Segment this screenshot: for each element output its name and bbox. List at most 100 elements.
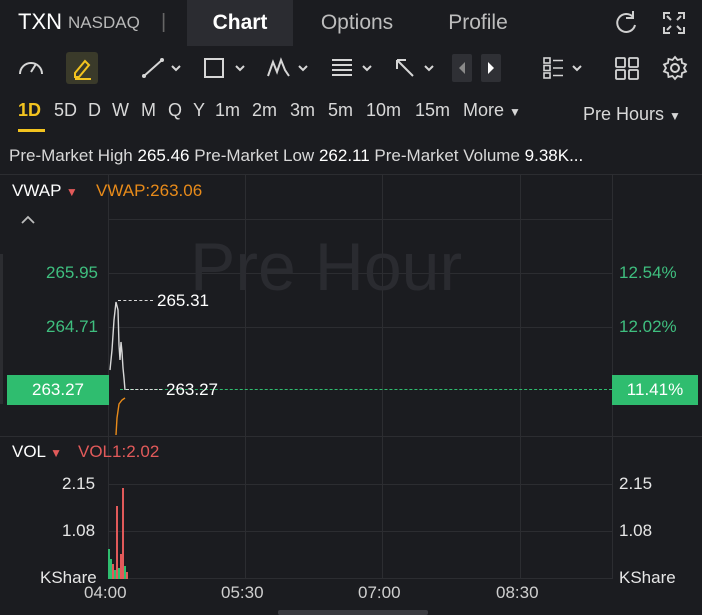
panel-divider [0,174,702,175]
volume-bar [112,564,114,579]
fullscreen-icon[interactable] [659,8,689,38]
volume-axis-label: 1.08 [619,521,653,540]
chevron-down-icon: ▼ [50,446,63,460]
next-icon [488,62,494,74]
collapse-icon[interactable] [20,214,36,226]
period-3m[interactable]: 3m [290,100,315,121]
pct-axis-label: 12.02% [619,317,677,336]
volume-bar [114,570,116,579]
high-annotation: 265.31 [157,291,209,310]
session-selector[interactable]: Pre Hours ▼ [583,104,681,125]
period-m[interactable]: M [141,100,156,121]
volume-bars [108,488,128,579]
volume-axis-label: 1.08 [62,521,96,540]
grid-line [108,219,612,220]
period-y[interactable]: Y [193,100,205,121]
scroll-handle[interactable] [0,254,3,404]
horizontal-scrollbar[interactable] [278,610,428,615]
grid-line [108,327,612,328]
next-button[interactable] [481,54,501,82]
chevron-down-icon: ▼ [65,185,78,199]
volume-bar [116,506,118,579]
premarket-volume-value: 9.38K... [524,146,584,165]
layout-grid-icon[interactable] [541,54,587,82]
period-5m[interactable]: 5m [328,100,353,121]
chevron-down-icon: ▼ [509,105,521,119]
volume-bar [122,488,124,579]
period-15m[interactable]: 15m [415,100,450,121]
volume-axis-label: 2.15 [619,474,653,493]
volume-axis-label: 2.15 [62,474,96,493]
vwap-value: VWAP:263.06 [96,181,203,200]
volume-indicator-name: VOL [12,442,46,461]
volume-bar [124,566,126,579]
volume-bar [126,572,128,579]
draw-pencil-button[interactable] [66,52,98,84]
indicator-selector[interactable]: VWAP ▼ [12,181,78,201]
gauge-icon[interactable] [16,54,46,82]
period-q[interactable]: Q [168,100,182,121]
text-note-icon[interactable] [329,54,375,82]
arrow-icon[interactable] [393,54,439,82]
header-separator: | [161,11,167,33]
exchange-label: NASDAQ [68,13,140,32]
pct-axis-label: 12.54% [619,263,677,282]
volume-value: VOL1:2.02 [78,442,160,461]
period-active-indicator [18,129,45,132]
last-annotation-line [126,389,162,390]
period-more-label: More [463,100,505,120]
chevron-down-icon: ▼ [669,109,681,123]
session-label: Pre Hours [583,104,665,124]
tab-chart[interactable]: Chart [187,0,293,46]
premarket-high-value: 265.46 [137,146,190,165]
last-annotation: 263.27 [166,380,218,399]
grid-line [108,578,612,579]
premarket-high-label: Pre-Market High [9,146,133,165]
volume-indicator-selector[interactable]: VOL ▼ [12,442,62,462]
period-10m[interactable]: 10m [366,100,401,121]
rectangle-icon[interactable] [202,54,248,82]
time-axis-label: 04:00 [84,583,127,602]
grid-line [520,174,521,579]
premarket-volume-label: Pre-Market Volume [374,146,520,165]
period-2m[interactable]: 2m [252,100,277,121]
premarket-low-label: Pre-Market Low [194,146,315,165]
premarket-low-value: 262.11 [318,146,370,165]
period-more[interactable]: More ▼ [463,100,521,121]
volume-bar [120,554,122,579]
prev-button[interactable] [452,54,472,82]
price-axis-label: 265.95 [46,263,98,282]
price-axis-label: 264.71 [46,317,98,336]
draw-pencil-icon [74,59,91,80]
prev-icon [459,62,465,74]
time-axis-label: 08:30 [496,583,539,602]
volume-bar [118,568,120,579]
volume-bar [110,559,112,579]
volume-axis-unit: KShare [619,568,676,587]
settings-icon[interactable] [661,54,689,82]
current-pct-tag: 11.41% [612,375,698,405]
trendline-icon[interactable] [140,54,184,82]
tab-options[interactable]: Options [304,0,410,46]
tab-profile[interactable]: Profile [428,0,528,46]
high-annotation-line [118,300,153,301]
refresh-icon[interactable] [611,8,641,38]
multi-chart-icon[interactable] [613,54,641,82]
time-axis-label: 05:30 [221,583,264,602]
ticker-symbol: TXN [18,9,62,34]
period-1m[interactable]: 1m [215,100,240,121]
time-axis-label: 07:00 [358,583,401,602]
period-w[interactable]: W [112,100,129,121]
grid-line [108,484,612,485]
period-1d[interactable]: 1D [18,100,41,121]
period-d[interactable]: D [88,100,101,121]
watermark: Pre Hour [190,229,463,305]
premarket-stats: Pre-Market High 265.46 Pre-Market Low 26… [9,146,583,166]
price-line [109,301,126,436]
panel-divider [0,436,702,437]
pattern-icon[interactable] [265,54,311,82]
current-price-tag: 263.27 [7,375,109,405]
indicator-name: VWAP [12,181,62,200]
grid-line [108,531,612,532]
period-5d[interactable]: 5D [54,100,77,121]
